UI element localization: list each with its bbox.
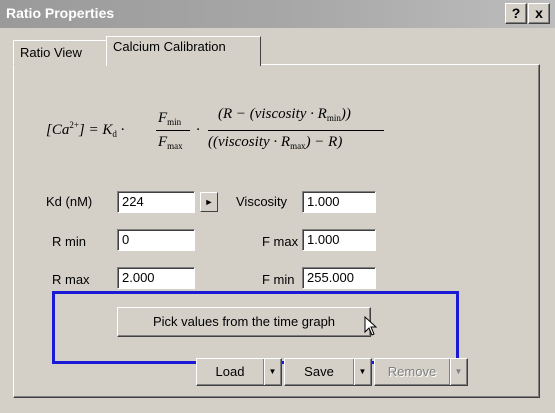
remove-button[interactable]: Remove ▼	[374, 358, 468, 386]
equation-lhs: [Ca2+] = Kd ·	[46, 120, 125, 139]
rmax-input[interactable]: 2.000	[117, 267, 195, 289]
calibration-equation: [Ca2+] = Kd · Fmin Fmax · (R − (viscosit…	[46, 100, 406, 160]
kd-arrow-button[interactable]: ►	[200, 192, 218, 212]
equation-fmin: Fmin	[158, 110, 182, 127]
equation-fraction-line	[156, 130, 190, 131]
close-button[interactable]: x	[528, 3, 550, 24]
window-title: Ratio Properties	[6, 5, 115, 21]
tab-ratio-view[interactable]: Ratio View	[13, 40, 108, 65]
fmax-input[interactable]: 1.000	[302, 229, 376, 251]
equation-fraction-line	[208, 130, 384, 131]
fmin-input[interactable]: 255.000	[302, 267, 376, 289]
chevron-down-icon[interactable]: ▼	[263, 359, 281, 385]
tab-label: Calcium Calibration	[113, 39, 226, 54]
viscosity-input[interactable]: 1.000	[302, 191, 376, 213]
title-bar: Ratio Properties ? x	[0, 0, 555, 28]
equation-numerator: (R − (viscosity · Rmin))	[218, 106, 351, 123]
remove-label: Remove	[387, 364, 437, 379]
kd-label: Kd (nM)	[46, 194, 93, 209]
kd-input[interactable]: 224	[117, 191, 195, 213]
rmax-label: R max	[52, 272, 90, 287]
rmin-label: R min	[52, 234, 86, 249]
mouse-pointer-icon	[364, 316, 378, 336]
help-button[interactable]: ?	[505, 3, 527, 24]
tab-label: Ratio View	[20, 45, 82, 60]
save-label: Save	[304, 364, 334, 379]
viscosity-label: Viscosity	[236, 194, 288, 209]
pick-values-button[interactable]: Pick values from the time graph	[117, 307, 371, 337]
equation-fmax: Fmax	[158, 134, 183, 151]
save-button[interactable]: Save ▼	[284, 358, 372, 386]
chevron-down-icon[interactable]: ▼	[353, 359, 371, 385]
load-label: Load	[215, 364, 245, 379]
fmin-label: F min	[262, 272, 295, 287]
equation-denominator: ((viscosity · Rmax) − R)	[208, 134, 343, 151]
rmin-input[interactable]: 0	[117, 229, 195, 251]
fmax-label: F max	[262, 234, 299, 249]
chevron-down-icon[interactable]: ▼	[449, 359, 467, 385]
equation-dot: ·	[196, 122, 200, 138]
load-button[interactable]: Load ▼	[196, 358, 282, 386]
tab-calcium-calibration[interactable]: Calcium Calibration	[106, 36, 261, 66]
